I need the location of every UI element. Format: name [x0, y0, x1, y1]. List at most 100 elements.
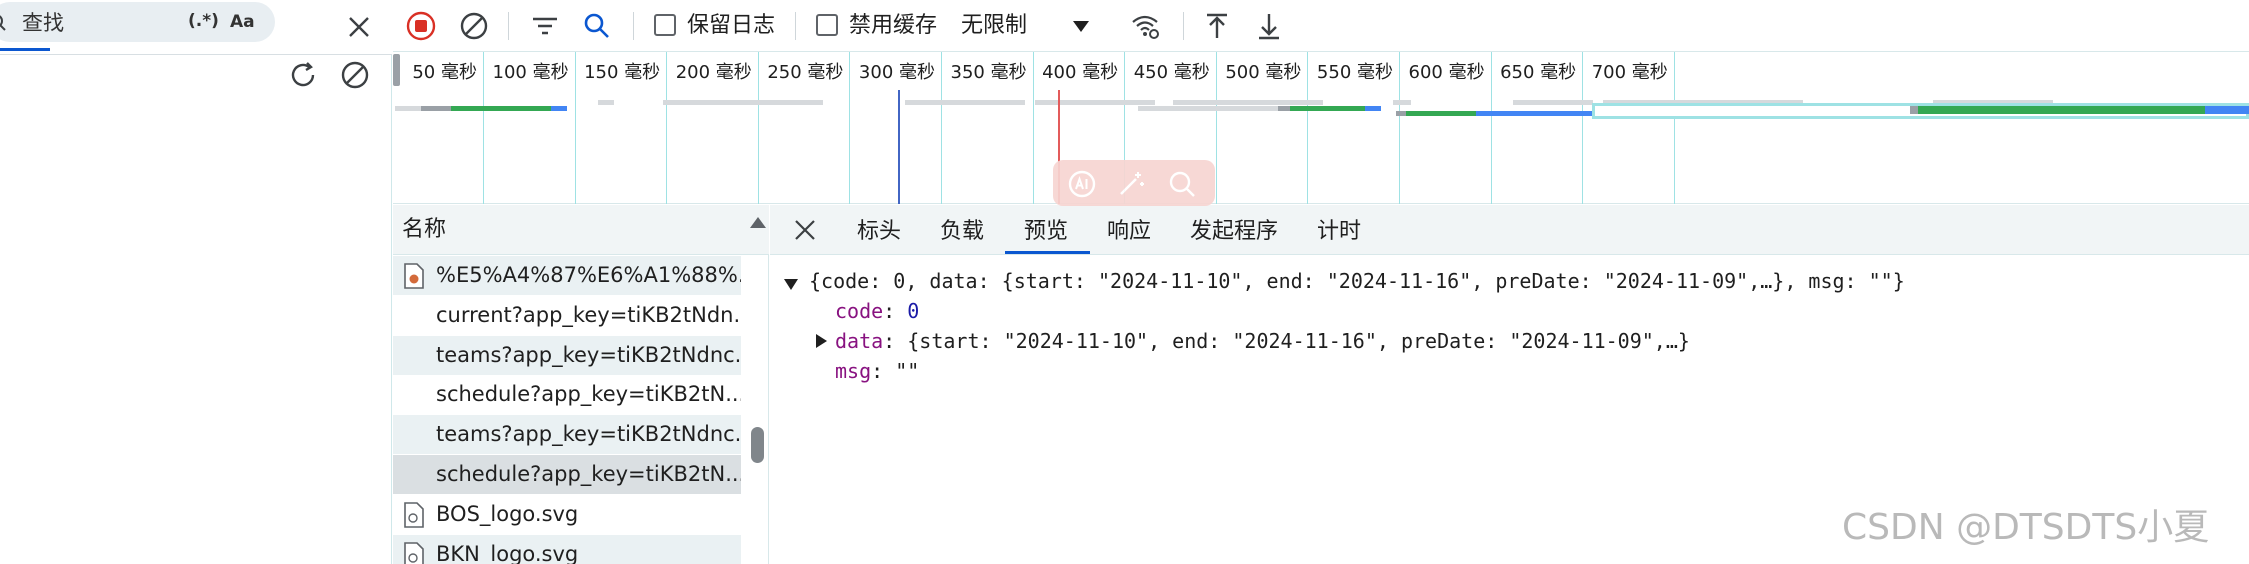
request-row[interactable]: BKN_logo.svg [393, 535, 741, 564]
request-row[interactable]: BOS_logo.svg [393, 495, 741, 534]
request-row[interactable]: current?app_key=tiKB2tNdn... [393, 296, 741, 335]
name-column-header[interactable]: 名称 [402, 215, 446, 245]
network-conditions-icon[interactable] [1129, 10, 1161, 42]
search-input[interactable] [22, 9, 172, 37]
triangle-down-icon[interactable] [783, 277, 799, 291]
timeline-tick-label: 200 毫秒 [675, 62, 752, 83]
json-key: data [835, 329, 884, 353]
request-list-scrollbar[interactable] [748, 205, 768, 564]
import-har-icon[interactable] [1201, 10, 1233, 42]
preserve-log-checkbox[interactable] [654, 14, 676, 36]
ai-assistant-toolbar [1053, 160, 1215, 206]
regex-toggle[interactable]: (.*) [188, 11, 219, 31]
close-icon[interactable] [344, 12, 374, 42]
waterfall-bar [1393, 100, 1411, 105]
waterfall-bar [663, 100, 823, 105]
waterfall-bar [1476, 111, 1592, 116]
request-list: 名称 %E5%A4%87%E6%A1%88%... current?app_ke… [393, 205, 769, 564]
request-row[interactable]: teams?app_key=tiKB2tNdnc... [393, 415, 741, 454]
tab-response[interactable]: 响应 [1107, 217, 1151, 247]
timeline-tick-label: 150 毫秒 [584, 62, 661, 83]
ai-icon[interactable] [1067, 169, 1097, 199]
json-number: 0 [907, 299, 920, 323]
waterfall-bar [905, 100, 1025, 105]
timeline-tick-label: 450 毫秒 [1133, 62, 1210, 83]
waterfall-bar [1290, 106, 1365, 111]
toolbar-separator [508, 12, 509, 40]
image-file-icon [404, 502, 424, 528]
timeline-tick-label: 500 毫秒 [1225, 62, 1302, 83]
timeline-tick-label: 50 毫秒 [412, 62, 477, 83]
dom-content-loaded-marker [898, 90, 900, 204]
stop-recording-icon[interactable] [405, 10, 437, 42]
toolbar-separator [795, 12, 796, 40]
json-root-summary: {code: 0, data: {start: "2024-11-10", en… [809, 269, 1905, 293]
waterfall-bar [1365, 106, 1381, 111]
document-icon [404, 263, 424, 289]
request-name: teams?app_key=tiKB2tNdnc... [436, 422, 741, 446]
request-row[interactable]: teams?app_key=tiKB2tNdnc... [393, 336, 741, 375]
tab-headers[interactable]: 标头 [857, 217, 901, 247]
request-name: BOS_logo.svg [436, 502, 579, 526]
timeline-tick-label: 300 毫秒 [858, 62, 935, 83]
magic-wand-icon[interactable] [1116, 169, 1146, 199]
search-icon[interactable] [581, 10, 613, 42]
waterfall-bar [598, 100, 614, 105]
waterfall-bar [1396, 111, 1406, 116]
filter-icon[interactable] [529, 10, 561, 42]
tab-payload[interactable]: 负载 [940, 217, 984, 247]
toolbar-separator [633, 12, 634, 40]
request-row[interactable]: %E5%A4%87%E6%A1%88%... [393, 256, 741, 295]
json-key: msg [835, 359, 872, 383]
clear-icon[interactable] [339, 59, 371, 91]
throttling-select[interactable]: 无限制 [961, 12, 1027, 40]
waterfall-bar [1513, 100, 1593, 105]
search-icon[interactable] [1167, 169, 1197, 199]
waterfall-bar [1278, 106, 1290, 111]
json-object-summary: {start: "2024-11-10", end: "2024-11-16",… [907, 329, 1690, 353]
timeline-tick-label: 250 毫秒 [767, 62, 844, 83]
refresh-icon[interactable] [287, 59, 319, 91]
waterfall-bar [1138, 106, 1278, 111]
search-icon [0, 15, 6, 31]
preserve-log-label: 保留日志 [687, 13, 776, 38]
match-case-toggle[interactable]: Aa [230, 12, 255, 32]
request-row[interactable]: schedule?app_key=tiKB2tN... [393, 375, 741, 414]
search-panel: 搜索 (.*) Aa [0, 0, 392, 564]
tab-preview[interactable]: 预览 [1024, 217, 1068, 247]
json-key: code [835, 299, 884, 323]
active-tab-indicator [1005, 251, 1090, 254]
scroll-thumb[interactable] [751, 427, 764, 463]
request-name: schedule?app_key=tiKB2tN... [436, 382, 741, 406]
search-box[interactable]: (.*) Aa [0, 2, 275, 42]
tab-initiator[interactable]: 发起程序 [1190, 217, 1278, 247]
timeline-tick-label: 350 毫秒 [950, 62, 1027, 83]
waterfall-bar [1918, 106, 2205, 114]
close-icon[interactable] [792, 217, 818, 243]
disable-cache-checkbox[interactable] [816, 14, 838, 36]
timeline-tick-label: 400 毫秒 [1042, 62, 1119, 83]
toolbar-separator [1183, 12, 1184, 40]
waterfall-bar [1093, 100, 1143, 105]
request-name: schedule?app_key=tiKB2tN... [436, 462, 741, 486]
waterfall-bar [451, 106, 551, 111]
timeline-tick-label: 700 毫秒 [1591, 62, 1668, 83]
waterfall-bar [2205, 106, 2249, 114]
network-overview-timeline[interactable]: 50 毫秒 100 毫秒 150 毫秒 200 毫秒 250 毫秒 300 毫秒 350 毫… [393, 52, 2249, 204]
request-row-selected[interactable]: schedule?app_key=tiKB2tN... [393, 455, 741, 494]
waterfall-bar [1910, 106, 1918, 114]
timeline-tick-label: 650 毫秒 [1500, 62, 1577, 83]
triangle-right-icon[interactable] [814, 333, 828, 349]
timeline-gridline [1673, 52, 1675, 204]
waterfall-bar [1406, 111, 1476, 116]
network-toolbar: 保留日志 禁用缓存 无限制 [393, 0, 2249, 52]
tab-timing[interactable]: 计时 [1317, 217, 1361, 247]
scroll-up-arrow-icon[interactable] [750, 217, 766, 228]
request-name: %E5%A4%87%E6%A1%88%... [436, 263, 741, 287]
clear-icon[interactable] [458, 10, 490, 42]
json-line-code: code: 0 [835, 299, 920, 323]
chevron-down-icon[interactable] [1065, 10, 1097, 42]
export-har-icon[interactable] [1253, 10, 1285, 42]
timeline-tick-label: 100 毫秒 [492, 62, 569, 83]
waterfall-bar [395, 106, 423, 111]
